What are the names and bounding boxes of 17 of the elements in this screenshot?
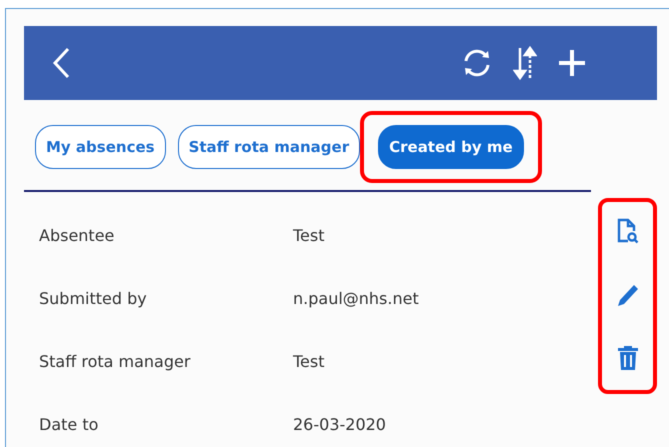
- back-icon[interactable]: [52, 47, 70, 79]
- field-label: Staff rota manager: [39, 352, 192, 371]
- pencil-icon[interactable]: [616, 282, 640, 308]
- sort-icon[interactable]: [513, 46, 537, 80]
- trash-icon[interactable]: [618, 346, 638, 370]
- field-label: Submitted by: [39, 289, 148, 308]
- field-value: 26-03-2020: [293, 415, 387, 434]
- filter-tab[interactable]: Staff rota manager: [178, 125, 360, 169]
- document-search-icon[interactable]: [616, 218, 638, 244]
- field-label: Date to: [39, 415, 100, 434]
- filter-tab[interactable]: My absences: [35, 125, 166, 169]
- field-label: Absentee: [39, 226, 116, 245]
- field-value: n.paul@nhs.net: [293, 289, 420, 308]
- filter-tab[interactable]: Created by me: [378, 125, 524, 169]
- field-value: Test: [293, 226, 326, 245]
- field-value: Test: [293, 352, 326, 371]
- add-icon[interactable]: [557, 48, 587, 78]
